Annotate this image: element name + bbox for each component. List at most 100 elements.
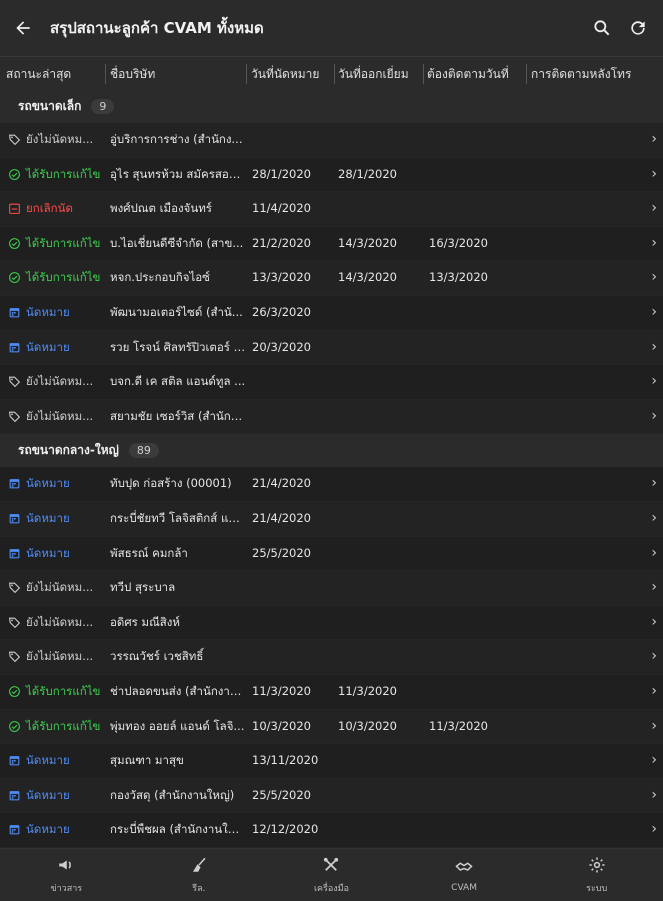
status-cell: นัดหมาย bbox=[8, 502, 106, 535]
follow-up-date bbox=[429, 400, 519, 433]
chevron-right-icon[interactable]: › bbox=[651, 365, 657, 398]
table-row[interactable]: ยังไม่นัดหม...อู่บริการการช่าง (สำนักง..… bbox=[0, 123, 663, 158]
table-row[interactable]: ยังไม่นัดหม...ทวีป สุระบาล› bbox=[0, 571, 663, 606]
nav-tab-label: CVAM bbox=[451, 883, 477, 893]
follow-up-date bbox=[429, 365, 519, 398]
chevron-right-icon[interactable]: › bbox=[651, 744, 657, 777]
follow-up-date bbox=[429, 331, 519, 364]
nav-tab-broom[interactable]: รีล. bbox=[144, 856, 254, 895]
chevron-right-icon[interactable]: › bbox=[651, 261, 657, 294]
column-header-appointment-date[interactable]: วันที่นัดหมาย bbox=[251, 57, 333, 91]
status-label: ยังไม่นัดหม... bbox=[26, 365, 93, 398]
company-name: วรรณวัชร์ เวชสิทธิ์ bbox=[110, 640, 246, 673]
customer-list[interactable]: รถขนาดเล็ก9ยังไม่นัดหม...อู่บริการการช่า… bbox=[0, 90, 663, 848]
nav-tab-handshake[interactable]: CVAM bbox=[409, 858, 519, 893]
column-header-follow-up-date[interactable]: ต้องติดตามวันที่ bbox=[427, 57, 523, 91]
column-header-status[interactable]: สถานะล่าสุด bbox=[6, 57, 104, 91]
status-cell: ยังไม่นัดหม... bbox=[8, 365, 106, 398]
visit-date: 10/3/2020 bbox=[338, 710, 422, 743]
table-row[interactable]: นัดหมายรวย โรจน์ ศิลทรัปิวเตอร์ (...20/3… bbox=[0, 331, 663, 366]
check-circle-icon bbox=[8, 720, 21, 733]
chevron-right-icon[interactable]: › bbox=[651, 606, 657, 639]
appointment-date bbox=[252, 400, 332, 433]
company-name: ทับปุด ก่อสร้าง (00001) bbox=[110, 467, 246, 500]
status-label: ได้รับการแก้ไข bbox=[26, 227, 100, 260]
column-header-visit-date[interactable]: วันที่ออกเยี่ยม bbox=[338, 57, 422, 91]
status-cell: ยังไม่นัดหม... bbox=[8, 123, 106, 156]
chevron-right-icon[interactable]: › bbox=[651, 158, 657, 191]
table-row[interactable]: ยังไม่นัดหม... บจก.ดี เค สติล แอนด์ทูล ..… bbox=[0, 365, 663, 400]
visit-date bbox=[338, 467, 422, 500]
follow-up-date bbox=[429, 192, 519, 225]
follow-up-date bbox=[429, 813, 519, 846]
follow-up-date bbox=[429, 640, 519, 673]
nav-tab-megaphone[interactable]: ข่าวสาร bbox=[11, 856, 121, 895]
company-name: สุมณฑา มาสุข bbox=[110, 744, 246, 777]
chevron-right-icon[interactable]: › bbox=[651, 467, 657, 500]
company-name: รวย โรจน์ ศิลทรัปิวเตอร์ (... bbox=[110, 331, 246, 364]
nav-tab-tools[interactable]: เครื่องมือ bbox=[276, 856, 386, 895]
table-row[interactable]: ได้รับการแก้ไขอุไร สุนทรห้วม สมัครสอบ...… bbox=[0, 158, 663, 193]
status-label: นัดหมาย bbox=[26, 537, 70, 570]
table-row[interactable]: นัดหมายกระบี่ชัยทวี โลจิสติกส์ แอ...21/4… bbox=[0, 502, 663, 537]
company-name: หจก.ประกอบกิจไอซ์ bbox=[110, 261, 246, 294]
appointment-date: 25/5/2020 bbox=[252, 779, 332, 812]
status-label: นัดหมาย bbox=[26, 296, 70, 329]
table-row[interactable]: นัดหมายสุมณฑา มาสุข13/11/2020› bbox=[0, 744, 663, 779]
chevron-right-icon[interactable]: › bbox=[651, 813, 657, 846]
table-row[interactable]: ได้รับการแก้ไขพุ่มทอง ออยล์ แอนด์ โลจิ..… bbox=[0, 710, 663, 745]
table-row[interactable]: ได้รับการแก้ไขบ.ไอเชี่ยนดีซีจำกัด (สาข..… bbox=[0, 227, 663, 262]
status-label: นัดหมาย bbox=[26, 467, 70, 500]
table-row[interactable]: นัดหมายกระบี่พืชผล (สำนักงานให...12/12/2… bbox=[0, 813, 663, 848]
appointment-date: 21/4/2020 bbox=[252, 467, 332, 500]
handshake-icon bbox=[455, 858, 473, 880]
appointment-date: 28/1/2020 bbox=[252, 158, 332, 191]
follow-up-date bbox=[429, 571, 519, 604]
chevron-right-icon[interactable]: › bbox=[651, 502, 657, 535]
table-row[interactable]: ได้รับการแก้ไขช่าปลอดขนส่ง (สำนักงาน...1… bbox=[0, 675, 663, 710]
chevron-right-icon[interactable]: › bbox=[651, 537, 657, 570]
tag-icon bbox=[8, 581, 21, 594]
status-label: ยังไม่นัดหม... bbox=[26, 400, 93, 433]
chevron-right-icon[interactable]: › bbox=[651, 571, 657, 604]
visit-date bbox=[338, 331, 422, 364]
status-label: ยังไม่นัดหม... bbox=[26, 640, 93, 673]
chevron-right-icon[interactable]: › bbox=[651, 227, 657, 260]
company-name: บจก.ดี เค สติล แอนด์ทูล ... bbox=[110, 365, 246, 398]
chevron-right-icon[interactable]: › bbox=[651, 400, 657, 433]
chevron-right-icon[interactable]: › bbox=[651, 710, 657, 743]
table-row[interactable]: นัดหมายพัฒนามอเตอร์ไซด์ (สำนั...26/3/202… bbox=[0, 296, 663, 331]
table-row[interactable]: นัดหมาย ทับปุด ก่อสร้าง (00001)21/4/2020 › bbox=[0, 467, 663, 502]
column-header-company[interactable]: ชื่อบริษัท bbox=[110, 57, 244, 91]
chevron-right-icon[interactable]: › bbox=[651, 331, 657, 364]
chevron-right-icon[interactable]: › bbox=[651, 123, 657, 156]
table-row[interactable]: ได้รับการแก้ไขหจก.ประกอบกิจไอซ์13/3/2020… bbox=[0, 261, 663, 296]
table-row[interactable]: ยังไม่นัดหม...สยามชัย เซอร์วิส (สำนักง..… bbox=[0, 400, 663, 435]
table-row[interactable]: นัดหมายพัสธรณ์ คมกล้า25/5/2020› bbox=[0, 537, 663, 572]
status-cell: นัดหมาย bbox=[8, 467, 106, 500]
follow-up-date bbox=[429, 606, 519, 639]
chevron-right-icon[interactable]: › bbox=[651, 675, 657, 708]
follow-up-date: 11/3/2020 bbox=[429, 710, 519, 743]
megaphone-icon bbox=[57, 856, 75, 878]
chevron-right-icon[interactable]: › bbox=[651, 640, 657, 673]
nav-tab-gear[interactable]: ระบบ bbox=[542, 856, 652, 895]
status-cell: ได้รับการแก้ไข bbox=[8, 261, 106, 294]
appointment-date: 20/3/2020 bbox=[252, 331, 332, 364]
appointment-date bbox=[252, 123, 332, 156]
back-arrow-icon[interactable] bbox=[12, 17, 34, 39]
tag-icon bbox=[8, 410, 21, 423]
chevron-right-icon[interactable]: › bbox=[651, 192, 657, 225]
visit-date bbox=[338, 571, 422, 604]
table-row[interactable]: ยังไม่นัดหม... วรรณวัชร์ เวชสิทธิ์ › bbox=[0, 640, 663, 675]
column-header-after-call-tracking[interactable]: การติดตามหลังโทร bbox=[531, 57, 663, 91]
table-row[interactable]: ยกเลิกนัดพงศ์ปณต เมืองจันทร์11/4/2020› bbox=[0, 192, 663, 227]
calendar-icon bbox=[8, 547, 21, 560]
status-label: ยังไม่นัดหม... bbox=[26, 606, 93, 639]
table-row[interactable]: ยังไม่นัดหม...อดิศร มณีสิงห์› bbox=[0, 606, 663, 641]
chevron-right-icon[interactable]: › bbox=[651, 779, 657, 812]
refresh-icon[interactable] bbox=[627, 17, 649, 39]
table-row[interactable]: นัดหมายกองวัสดุ (สำนักงานใหญ่)25/5/2020› bbox=[0, 779, 663, 814]
chevron-right-icon[interactable]: › bbox=[651, 296, 657, 329]
search-icon[interactable] bbox=[591, 17, 613, 39]
